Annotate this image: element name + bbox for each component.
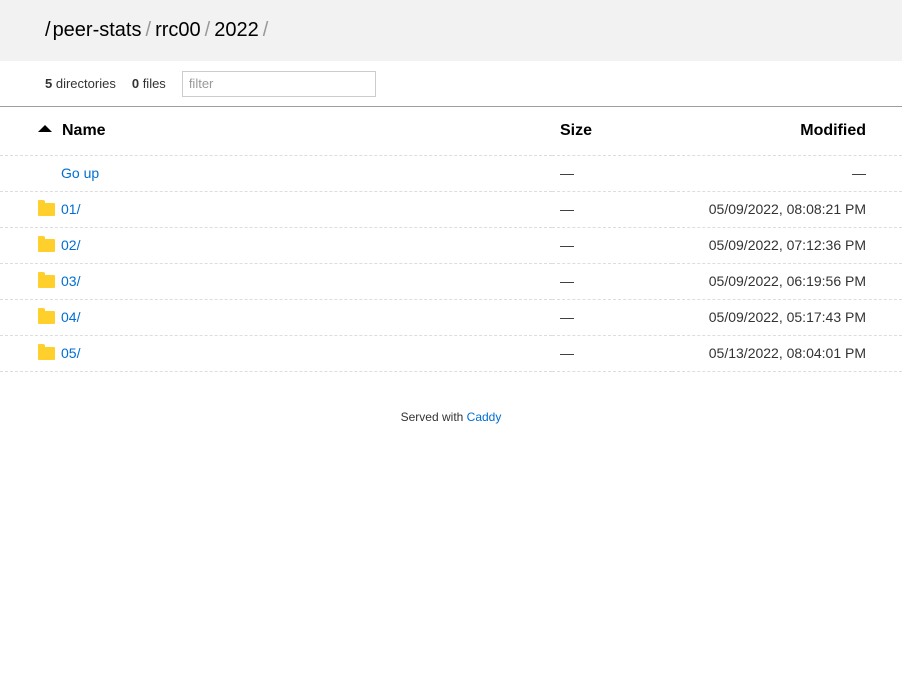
breadcrumb-peer-stats[interactable]: peer-stats	[53, 19, 142, 42]
modified-value: 05/13/2022, 08:04:01 PM	[708, 345, 866, 361]
footer-text: Served with	[400, 409, 464, 424]
modified-value: 05/09/2022, 07:12:36 PM	[708, 237, 866, 253]
directory-link-04[interactable]: 04/	[38, 307, 81, 325]
directory-name: 02/	[61, 237, 81, 253]
directory-count-label: directories	[55, 76, 116, 91]
size-value: —	[560, 273, 574, 289]
size-value: —	[560, 309, 574, 325]
listing-summary: 5 directories 0 files	[0, 61, 902, 107]
size-header-label: Size	[560, 121, 593, 139]
file-count-value: 0	[131, 76, 140, 91]
modified-value: 05/09/2022, 08:08:21 PM	[708, 201, 866, 217]
directory-link-01[interactable]: 01/	[38, 199, 81, 217]
breadcrumb-separator: /	[204, 19, 211, 41]
file-count: 0 files	[132, 76, 166, 91]
file-count-label: files	[142, 76, 166, 91]
filter-input[interactable]	[181, 70, 376, 97]
go-up-row: Go up — —	[0, 155, 902, 192]
sort-ascending-icon	[38, 125, 52, 133]
go-up-link[interactable]: Go up	[38, 165, 99, 181]
directory-name: 05/	[61, 345, 81, 361]
directory-count: 5 directories	[45, 76, 116, 91]
folder-icon	[38, 271, 55, 288]
size-column-header[interactable]: Size	[552, 107, 672, 156]
directory-link-02[interactable]: 02/	[38, 235, 81, 253]
folder-icon	[38, 199, 55, 216]
caddy-link[interactable]: Caddy	[467, 410, 502, 424]
table-row: 04/ — 05/09/2022, 05:17:43 PM	[0, 299, 902, 336]
modified-value: 05/09/2022, 05:17:43 PM	[708, 309, 866, 325]
breadcrumb-separator: /	[262, 19, 269, 41]
directory-count-value: 5	[45, 76, 53, 91]
file-listing-table: Name Size Modified Go up — — 01/ — 05/09…	[0, 107, 902, 372]
name-column-header[interactable]: Name	[0, 107, 552, 156]
table-row: 02/ — 05/09/2022, 07:12:36 PM	[0, 227, 902, 264]
modified-value: 05/09/2022, 06:19:56 PM	[708, 273, 866, 289]
size-value: —	[560, 201, 574, 217]
table-row: 03/ — 05/09/2022, 06:19:56 PM	[0, 263, 902, 300]
footer: Served with Caddy	[0, 410, 902, 424]
modified-value: —	[852, 165, 866, 181]
table-header-row: Name Size Modified	[0, 107, 902, 156]
breadcrumb: / peer-stats / rrc00 / 2022 /	[0, 0, 902, 61]
breadcrumb-separator: /	[145, 19, 152, 41]
folder-icon	[38, 343, 55, 360]
size-value: —	[560, 237, 574, 253]
name-header-label: Name	[62, 121, 106, 139]
modified-column-header[interactable]: Modified	[672, 107, 902, 156]
size-value: —	[560, 165, 574, 181]
directory-link-05[interactable]: 05/	[38, 343, 81, 361]
folder-icon	[38, 235, 55, 252]
directory-link-03[interactable]: 03/	[38, 271, 81, 289]
size-value: —	[560, 345, 574, 361]
breadcrumb-separator: /	[45, 19, 51, 41]
breadcrumb-rrc00[interactable]: rrc00	[155, 19, 201, 42]
modified-header-label: Modified	[800, 121, 866, 139]
folder-icon	[38, 307, 55, 324]
directory-name: 03/	[61, 273, 81, 289]
table-row: 01/ — 05/09/2022, 08:08:21 PM	[0, 191, 902, 228]
directory-name: 01/	[61, 201, 81, 217]
breadcrumb-2022[interactable]: 2022	[214, 19, 259, 42]
table-row: 05/ — 05/13/2022, 08:04:01 PM	[0, 335, 902, 372]
directory-name: 04/	[61, 309, 81, 325]
